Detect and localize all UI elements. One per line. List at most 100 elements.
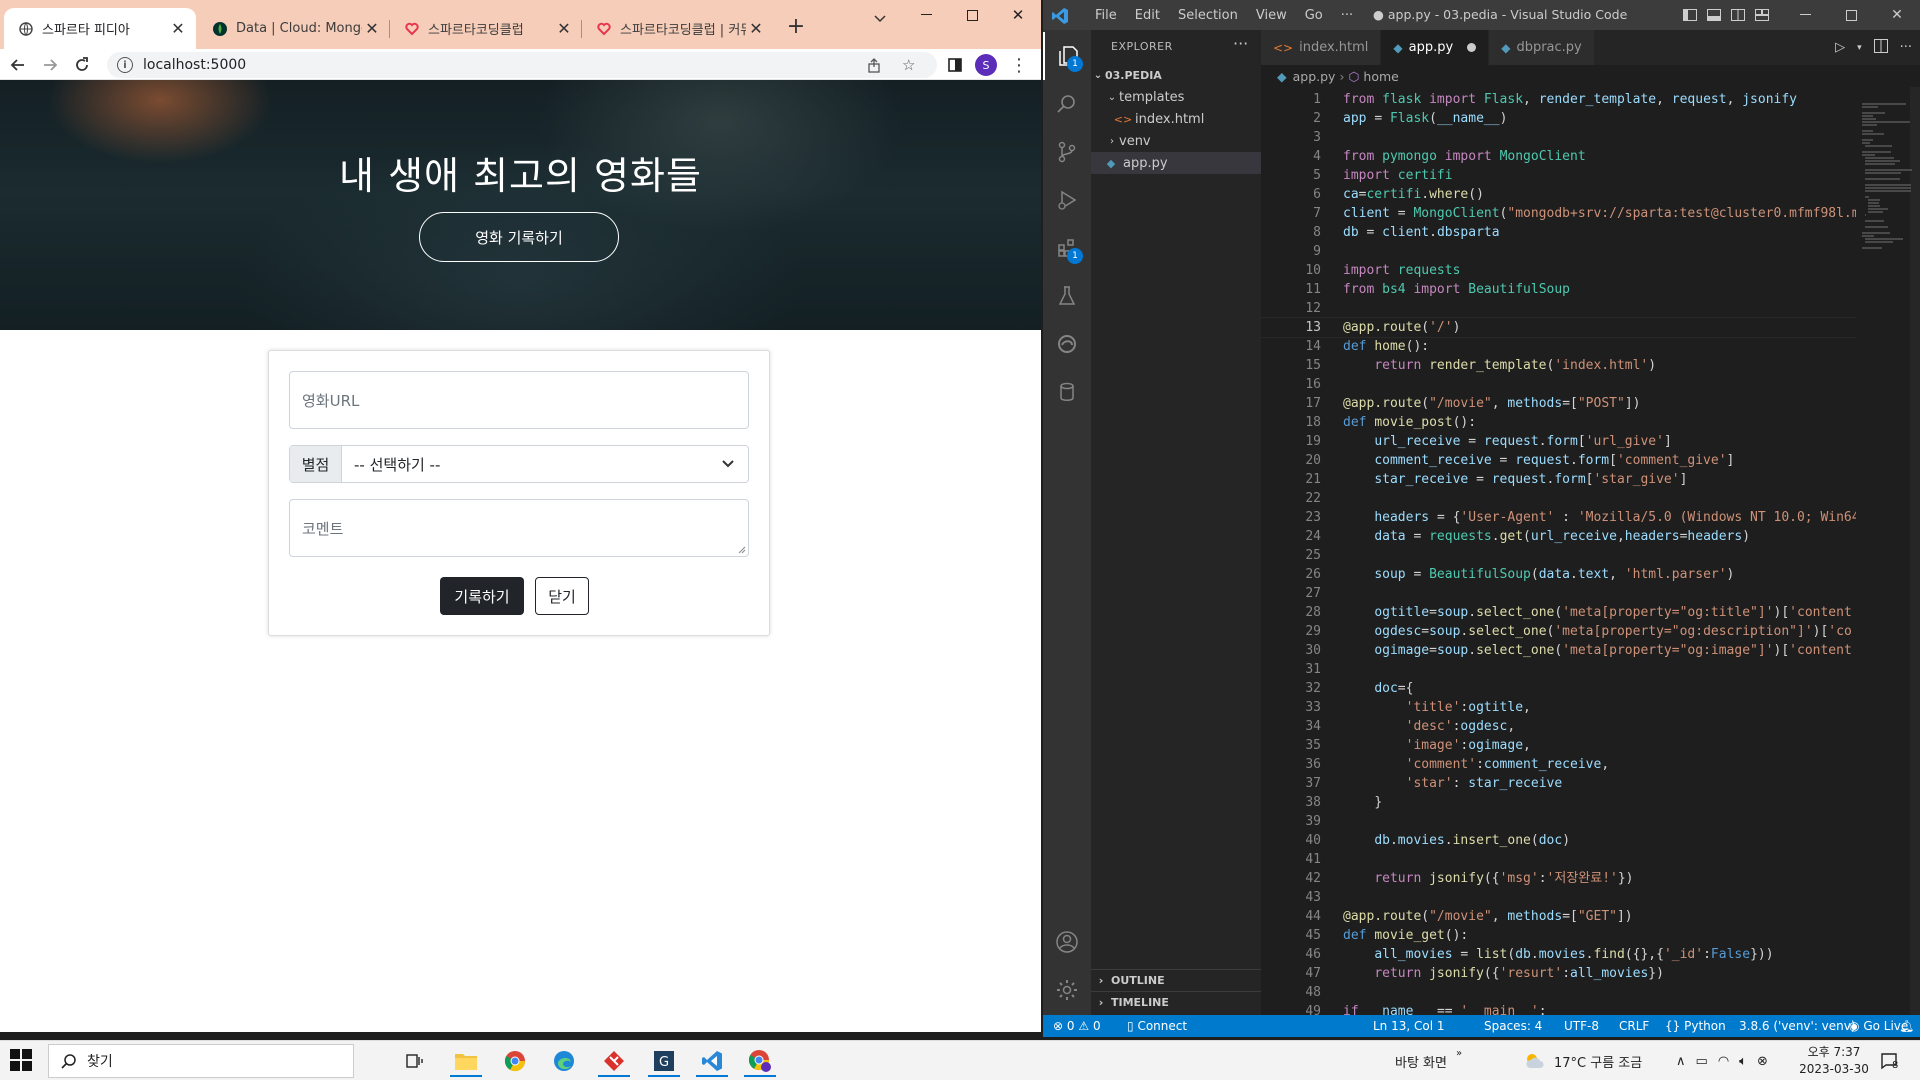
breadcrumb-symbol[interactable]: home — [1363, 69, 1398, 84]
menu-selection[interactable]: Selection — [1169, 8, 1247, 23]
unsaved-dot-icon[interactable] — [1467, 43, 1477, 52]
menu-file[interactable]: File — [1086, 8, 1126, 23]
save-button[interactable]: 기록하기 — [440, 577, 524, 615]
extensions-icon[interactable]: 1 — [1043, 224, 1091, 272]
code-line[interactable]: 30 ogimage=soup.select_one('meta[propert… — [1261, 641, 1856, 660]
record-movie-button[interactable]: 영화 기록하기 — [419, 212, 619, 262]
code-line[interactable]: 45 def movie_get(): — [1261, 926, 1856, 945]
menu-more[interactable]: ··· — [1332, 8, 1362, 23]
close-tab-icon[interactable]: ✕ — [746, 19, 766, 39]
database-icon[interactable] — [1043, 368, 1091, 416]
toolbar-expand-icon[interactable]: » — [1456, 1033, 1462, 1073]
code-line[interactable]: 6 ca=certifi.where() — [1261, 185, 1856, 204]
editor-tab-dbprac-py[interactable]: ◆ dbprac.py — [1489, 30, 1595, 65]
volume-icon[interactable]: 🔈︎ — [1739, 1054, 1747, 1069]
info-icon[interactable]: i — [117, 57, 133, 73]
chrome-app-icon[interactable] — [495, 1045, 535, 1077]
network-icon[interactable]: ▭ — [1696, 1054, 1708, 1069]
code-line[interactable]: 1 from flask import Flask, render_templat… — [1261, 90, 1856, 109]
code-line[interactable]: 20 comment_receive = request.form['comme… — [1261, 451, 1856, 470]
code-line[interactable]: 7 client = MongoClient("mongodb+srv://spa… — [1261, 204, 1856, 223]
close-window-icon[interactable]: ✕ — [1874, 0, 1920, 30]
movie-url-input[interactable]: 영화URL — [289, 371, 749, 429]
problems-indicator[interactable]: ⊗ 0 ⚠ 0 — [1053, 1015, 1101, 1037]
browser-tab-mongodb[interactable]: Data | Cloud: MongoDB ✕ — [198, 8, 390, 49]
wifi-icon[interactable]: ◠ — [1718, 1054, 1729, 1069]
code-line[interactable]: 33 'title':ogtitle, — [1261, 698, 1856, 717]
run-debug-icon[interactable] — [1043, 176, 1091, 224]
code-line[interactable]: 38 } — [1261, 793, 1856, 812]
windows-start-icon[interactable] — [10, 1049, 34, 1073]
star-rating-select[interactable]: 별점 -- 선택하기 -- — [289, 445, 749, 483]
code-line[interactable]: 3 — [1261, 128, 1856, 147]
workspace-root[interactable]: ⌄ 03.PEDIA — [1091, 64, 1261, 86]
code-line[interactable]: 2 app = Flask(__name__) — [1261, 109, 1856, 128]
toggle-panel-icon[interactable] — [1707, 8, 1721, 22]
browser-tab-spartacoding[interactable]: 스파르타코딩클럽 ✕ — [390, 8, 582, 49]
notification-center-icon[interactable]: 8 — [1880, 1041, 1898, 1080]
editor-scrollbar[interactable] — [1910, 87, 1920, 1025]
code-line[interactable]: 32 doc={ — [1261, 679, 1856, 698]
timeline-section[interactable]: › TIMELINE — [1091, 991, 1261, 1013]
search-icon[interactable] — [1043, 80, 1091, 128]
code-line[interactable]: 26 soup = BeautifulSoup(data.text, 'html… — [1261, 565, 1856, 584]
address-bar[interactable]: i localhost:5000 ☆ — [107, 52, 937, 78]
code-line[interactable]: 34 'desc':ogdesc, — [1261, 717, 1856, 736]
explorer-icon[interactable]: 1 — [1043, 32, 1091, 80]
code-line[interactable]: 48 — [1261, 983, 1856, 1002]
share-icon[interactable] — [867, 52, 882, 78]
maximize-icon[interactable] — [1828, 0, 1874, 30]
browser-tab-sparta-pedia[interactable]: 스파르타 피디아 ✕ — [4, 8, 196, 49]
editor-tab-index-html[interactable]: <> index.html — [1261, 30, 1382, 65]
menu-edit[interactable]: Edit — [1126, 8, 1169, 23]
code-line[interactable]: 14 def home(): — [1261, 337, 1856, 356]
editor-tab-app-py[interactable]: ◆ app.py — [1381, 30, 1490, 65]
tree-item-venv[interactable]: › venv — [1091, 130, 1261, 152]
code-line[interactable]: 47 return jsonify({'resurt':all_movies}) — [1261, 964, 1856, 983]
browser-tab-spartacoding-community[interactable]: 스파르타코딩클럽 | 커뮤 ✕ — [582, 8, 774, 49]
code-editor[interactable]: 1 from flask import Flask, render_templat… — [1261, 87, 1856, 1025]
minimize-icon[interactable] — [1782, 0, 1828, 30]
more-actions-icon[interactable]: ··· — [1900, 40, 1912, 55]
code-line[interactable]: 31 — [1261, 660, 1856, 679]
code-line[interactable]: 23 headers = {'User-Agent' : 'Mozilla/5.… — [1261, 508, 1856, 527]
testing-flask-icon[interactable] — [1043, 272, 1091, 320]
code-line[interactable]: 21 star_receive = request.form['star_giv… — [1261, 470, 1856, 489]
connect-indicator[interactable]: ▯ Connect — [1127, 1015, 1187, 1037]
clock[interactable]: 오후 7:37 2023-03-30 — [1796, 1044, 1872, 1078]
more-actions-icon[interactable]: ··· — [1233, 34, 1248, 53]
code-line[interactable]: 18 def movie_post(): — [1261, 413, 1856, 432]
edge-app-icon[interactable] — [544, 1045, 584, 1077]
resize-grip-icon[interactable] — [738, 546, 746, 554]
code-line[interactable]: 17 @app.route("/movie", methods=["POST"]) — [1261, 394, 1856, 413]
close-window-icon[interactable]: ✕ — [995, 0, 1041, 30]
code-line[interactable]: 42 return jsonify({'msg':'저장완료!'}) — [1261, 869, 1856, 888]
code-line[interactable]: 28 ogtitle=soup.select_one('meta[propert… — [1261, 603, 1856, 622]
task-view-icon[interactable] — [395, 1045, 435, 1077]
tree-item-app-py[interactable]: ◆ app.py — [1091, 152, 1261, 174]
code-line[interactable]: 40 db.movies.insert_one(doc) — [1261, 831, 1856, 850]
code-line[interactable]: 37 'star': star_receive — [1261, 774, 1856, 793]
git-tool-app-icon[interactable] — [594, 1045, 634, 1077]
code-line[interactable]: 22 — [1261, 489, 1856, 508]
chrome-profile-app-icon[interactable] — [740, 1045, 780, 1077]
close-tab-icon[interactable]: ✕ — [168, 19, 188, 39]
file-explorer-app-icon[interactable] — [446, 1045, 486, 1077]
code-line[interactable]: 15 return render_template('index.html') — [1261, 356, 1856, 375]
code-line[interactable]: 41 — [1261, 850, 1856, 869]
encoding[interactable]: UTF-8 — [1564, 1015, 1599, 1037]
back-icon[interactable] — [6, 53, 30, 77]
code-line[interactable]: 13 @app.route('/') — [1261, 317, 1856, 338]
kebab-menu-icon[interactable]: ⋮ — [1007, 53, 1031, 77]
toggle-sidebar-icon[interactable] — [1683, 8, 1697, 22]
code-line[interactable]: 4 from pymongo import MongoClient — [1261, 147, 1856, 166]
comment-textarea[interactable]: 코멘트 — [289, 499, 749, 557]
indentation[interactable]: Spaces: 4 — [1484, 1015, 1542, 1037]
code-line[interactable]: 43 — [1261, 888, 1856, 907]
code-line[interactable]: 39 — [1261, 812, 1856, 831]
weather-widget[interactable]: 17°C 구름 조금 — [1524, 1041, 1642, 1080]
line-ending[interactable]: CRLF — [1619, 1015, 1649, 1037]
new-tab-button[interactable]: + — [782, 12, 810, 40]
code-line[interactable]: 12 — [1261, 299, 1856, 318]
code-line[interactable]: 9 — [1261, 242, 1856, 261]
